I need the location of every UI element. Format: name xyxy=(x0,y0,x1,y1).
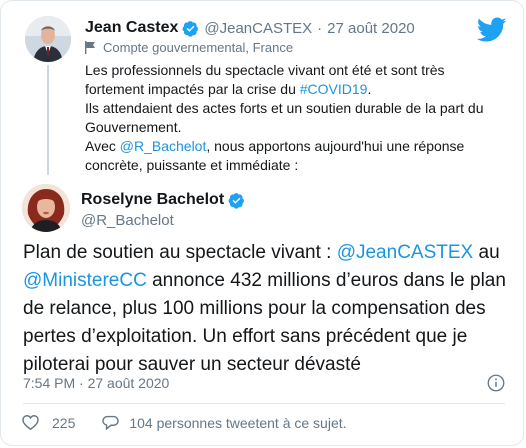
hashtag-covid19-link[interactable]: #COVID19 xyxy=(300,81,368,97)
main-tweet-text: Plan de soutien au spectacle vivant : @J… xyxy=(23,239,513,379)
main-author-handle[interactable]: @R_Bachelot xyxy=(81,212,174,229)
quoted-tweet-header: Jean Castex @JeanCASTEX · 27 août 2020 xyxy=(85,19,415,37)
quoted-author-name[interactable]: Jean Castex xyxy=(85,19,178,37)
government-label-text: Compte gouvernemental, France xyxy=(103,40,294,55)
quoted-tweet-text: Les professionnels du spectacle vivant o… xyxy=(85,61,485,175)
conversation-text: 104 personnes tweetent à ce sujet. xyxy=(129,414,347,431)
quoted-text-line3-start: Avec xyxy=(85,138,120,154)
mention-ministerecc-link[interactable]: @MinistereCC xyxy=(23,270,147,291)
main-author-name[interactable]: Roselyne Bachelot xyxy=(81,191,224,209)
quoted-text-line2: Ils attendaient des actes forts et un so… xyxy=(85,100,484,135)
conversation-button[interactable]: 104 personnes tweetent à ce sujet. xyxy=(101,413,347,432)
twitter-bird-icon[interactable] xyxy=(477,17,507,43)
main-text-part1: Plan de soutien au spectacle vivant : xyxy=(23,242,337,263)
thread-connector-line xyxy=(47,65,49,175)
main-text-part2: au xyxy=(473,242,500,263)
quoted-text-period: . xyxy=(367,81,372,97)
tweet-actions-bar: 225 104 personnes tweetent à ce sujet. xyxy=(21,413,347,432)
verified-badge-icon xyxy=(182,20,199,37)
like-count: 225 xyxy=(52,414,76,431)
quoted-tweet-date[interactable]: 27 août 2020 xyxy=(327,20,415,37)
info-icon[interactable] xyxy=(487,374,505,392)
avatar-roselyne-bachelot[interactable] xyxy=(22,184,70,232)
tweet-timestamp[interactable]: 7:54 PM · 27 août 2020 xyxy=(23,375,169,391)
quoted-author-handle[interactable]: @JeanCASTEX xyxy=(204,20,312,37)
tweet-embed-card: Jean Castex @JeanCASTEX · 27 août 2020 C… xyxy=(0,0,524,446)
mention-r-bachelot-link[interactable]: @R_Bachelot xyxy=(120,138,207,154)
main-tweet-header: Roselyne Bachelot xyxy=(81,191,245,209)
verified-badge-icon xyxy=(228,192,245,209)
quoted-text-line1: Les professionnels du spectacle vivant o… xyxy=(85,62,445,97)
government-account-label: Compte gouvernemental, France xyxy=(85,40,293,55)
flag-icon xyxy=(85,41,96,54)
separator-dot: · xyxy=(317,19,323,37)
speech-bubble-icon xyxy=(101,413,120,432)
avatar-jean-castex[interactable] xyxy=(25,16,71,62)
mention-jeancastex-link[interactable]: @JeanCASTEX xyxy=(337,242,474,263)
heart-icon xyxy=(21,413,40,432)
divider xyxy=(23,403,505,404)
like-button[interactable]: 225 xyxy=(21,413,75,432)
